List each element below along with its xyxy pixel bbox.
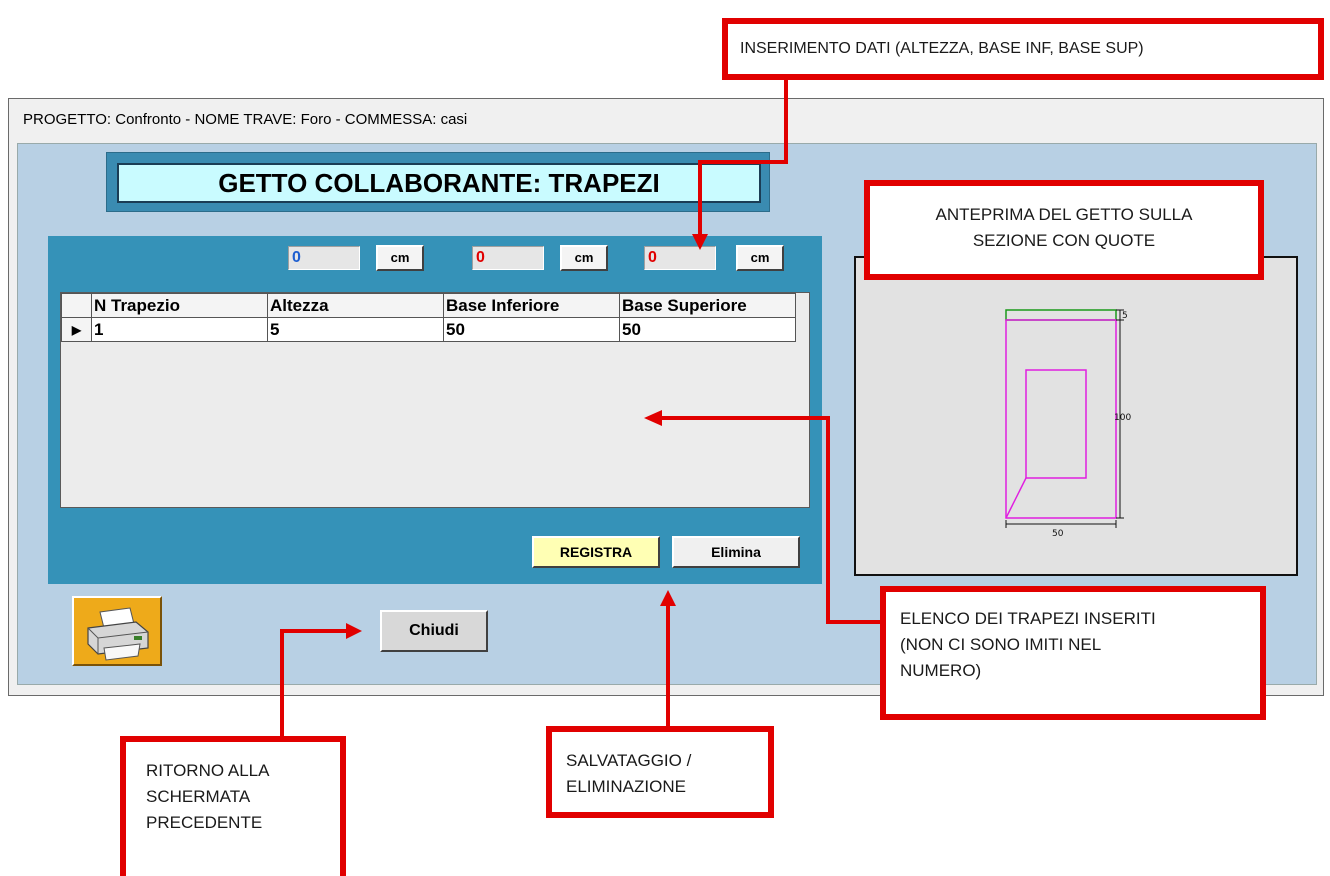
note-elenco-trapezi: ELENCO DEI TRAPEZI INSERITI (NON CI SONO… — [880, 586, 1266, 720]
note-line: SCHERMATA — [146, 787, 251, 806]
note-line: ANTEPRIMA DEL GETTO SULLA — [935, 205, 1193, 224]
note-line: ELIMINAZIONE — [566, 777, 686, 796]
note-anteprima: ANTEPRIMA DEL GETTO SULLA SEZIONE CON QU… — [864, 180, 1264, 280]
note-text: INSERIMENTO DATI (ALTEZZA, BASE INF, BAS… — [740, 40, 1144, 57]
note-line: SEZIONE CON QUOTE — [972, 231, 1156, 250]
note-ritorno: RITORNO ALLA SCHERMATA PRECEDENTE — [120, 736, 346, 876]
note-line: NUMERO) — [900, 661, 982, 680]
note-line: PRECEDENTE — [146, 813, 263, 832]
note-line: RITORNO ALLA — [146, 761, 270, 780]
note-inserimento-dati: INSERIMENTO DATI (ALTEZZA, BASE INF, BAS… — [722, 18, 1324, 80]
note-line: SALVATAGGIO / — [566, 751, 692, 770]
note-line: (NON CI SONO IMITI NEL — [900, 635, 1102, 654]
note-salvataggio: SALVATAGGIO / ELIMINAZIONE — [546, 726, 774, 818]
note-line: ELENCO DEI TRAPEZI INSERITI — [900, 609, 1156, 628]
